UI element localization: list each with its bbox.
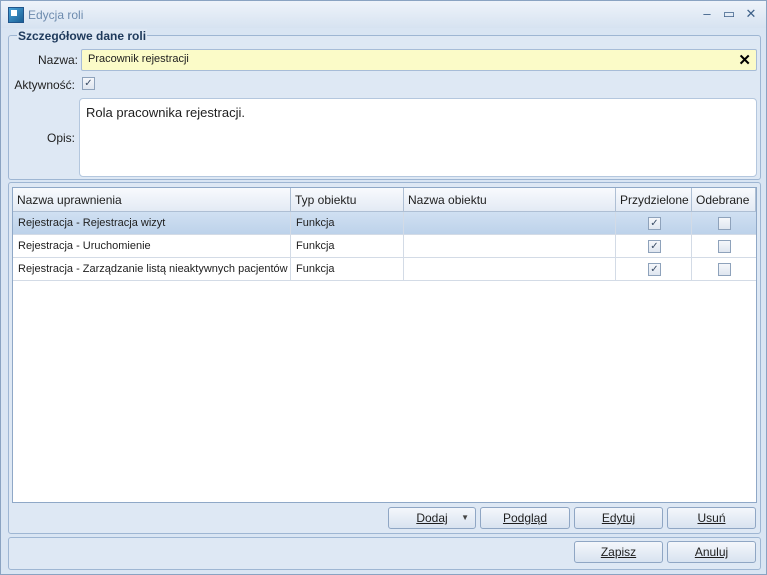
cell-object [404,212,616,234]
chevron-down-icon: ▼ [461,513,469,522]
table-row[interactable]: Rejestracja - Uruchomienie Funkcja ✓ [13,235,756,258]
cell-name: Rejestracja - Rejestracja wizyt [13,212,291,234]
remove-button[interactable]: Usuń [667,507,756,529]
save-button[interactable]: Zapisz [574,541,663,563]
granted-checkbox[interactable]: ✓ [648,240,661,253]
granted-checkbox[interactable]: ✓ [648,217,661,230]
table-row[interactable]: Rejestracja - Zarządzanie listą nieaktyw… [13,258,756,281]
check-icon: ✓ [650,218,659,229]
check-icon: ✓ [650,264,659,275]
revoked-checkbox[interactable] [718,240,731,253]
minimize-icon[interactable]: – [698,5,716,23]
cell-revoked [692,212,756,234]
table-row[interactable]: Rejestracja - Rejestracja wizyt Funkcja … [13,212,756,235]
add-button[interactable]: Dodaj ▼ [388,507,476,529]
check-icon: ✓ [84,78,93,89]
column-header-granted[interactable]: Przydzielone [616,188,692,212]
desc-label: Opis: [46,131,75,145]
details-group-title: Szczegółowe dane roli [17,29,148,43]
cancel-button[interactable]: Anuluj [667,541,756,563]
window-title: Edycja roli [28,8,84,22]
column-header-revoked[interactable]: Odebrane [692,188,756,212]
cell-type: Funkcja [291,212,404,234]
column-header-object[interactable]: Nazwa obiektu [404,188,616,212]
edit-button[interactable]: Edytuj [574,507,663,529]
cell-name: Rejestracja - Uruchomienie [13,235,291,257]
cell-granted: ✓ [616,212,692,234]
column-header-name[interactable]: Nazwa uprawnienia [13,188,291,212]
cell-type: Funkcja [291,258,404,280]
title-bar: Edycja roli – ▭ ✕ [1,1,766,28]
column-header-type[interactable]: Typ obiektu [291,188,404,212]
cell-granted: ✓ [616,258,692,280]
cell-granted: ✓ [616,235,692,257]
name-field[interactable]: Pracownik rejestracji ✕ [81,49,757,71]
cell-object [404,258,616,280]
window: Edycja roli – ▭ ✕ Szczegółowe dane roli … [0,0,767,575]
cell-object [404,235,616,257]
maximize-icon[interactable]: ▭ [720,5,738,23]
cell-revoked [692,258,756,280]
granted-checkbox[interactable]: ✓ [648,263,661,276]
add-button-label: Dodaj [416,511,448,525]
revoked-checkbox[interactable] [718,263,731,276]
name-label: Nazwa: [37,53,78,67]
permissions-table[interactable]: Nazwa uprawnienia Typ obiektu Nazwa obie… [12,187,757,503]
cell-revoked [692,235,756,257]
active-label: Aktywność: [14,78,75,92]
clear-icon[interactable]: ✕ [738,51,751,69]
revoked-checkbox[interactable] [718,217,731,230]
preview-button[interactable]: Podgląd [480,507,570,529]
active-checkbox[interactable]: ✓ [82,77,95,90]
cell-name: Rejestracja - Zarządzanie listą nieaktyw… [13,258,291,280]
description-value: Rola pracownika rejestracji. [86,105,245,120]
check-icon: ✓ [650,241,659,252]
app-icon [8,7,24,23]
close-icon[interactable]: ✕ [742,5,760,23]
name-value: Pracownik rejestracji [88,53,189,65]
description-field[interactable]: Rola pracownika rejestracji. [79,98,757,177]
cell-type: Funkcja [291,235,404,257]
